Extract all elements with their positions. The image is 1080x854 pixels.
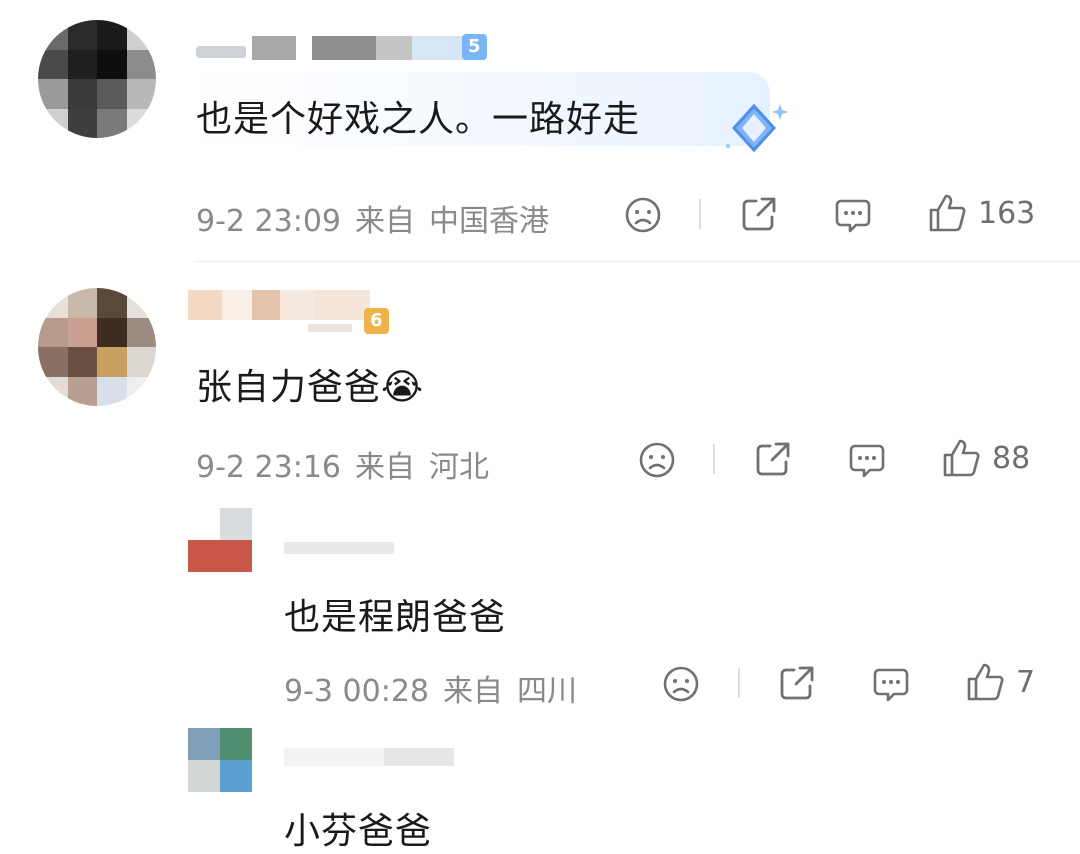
comment-text: 也是程朗爸爸 — [284, 597, 507, 638]
username-blurred[interactable]: 5 — [196, 32, 506, 66]
avatar[interactable] — [38, 288, 156, 406]
comment-icon — [849, 444, 885, 478]
like-button[interactable]: 7 — [966, 662, 1035, 702]
comment-icon — [873, 668, 909, 702]
share-icon — [742, 197, 776, 231]
comment-meta: 9-3 00:28 来自 四川 — [284, 666, 591, 710]
comment-text: 也是个好戏之人。一路好走 — [196, 99, 641, 140]
avatar[interactable] — [38, 20, 156, 138]
avatar[interactable] — [188, 508, 252, 572]
sad-face-icon — [639, 442, 675, 478]
timestamp: 9-2 23:09 — [196, 204, 341, 239]
like-count: 7 — [1016, 664, 1036, 700]
timestamp: 9-3 00:28 — [284, 674, 429, 709]
location: 河北 — [429, 450, 489, 485]
like-button[interactable]: 88 — [942, 438, 1030, 478]
username-blurred[interactable] — [284, 538, 404, 558]
comment-2: 6 张自力爸爸😭 9-2 23:16 来自 河北 88 — [0, 262, 1080, 502]
share-button[interactable] — [754, 440, 792, 478]
diamond-sticker-icon — [726, 103, 788, 153]
dislike-button[interactable] — [624, 196, 662, 234]
thumbs-up-icon — [943, 439, 980, 477]
avatar[interactable] — [188, 728, 252, 792]
like-button[interactable]: 163 — [928, 193, 1035, 233]
reply-button[interactable] — [872, 666, 910, 704]
dislike-button[interactable] — [638, 441, 676, 479]
level-badge-text: 5 — [468, 36, 481, 57]
reply-button[interactable] — [848, 442, 886, 480]
action-divider — [699, 199, 701, 229]
reply-1: 也是程朗爸爸 9-3 00:28 来自 四川 7 — [0, 502, 1080, 722]
share-icon — [756, 442, 790, 476]
share-button[interactable] — [740, 195, 778, 233]
reply-button[interactable] — [834, 197, 872, 235]
username-blurred[interactable] — [284, 742, 474, 772]
like-count: 88 — [992, 440, 1031, 476]
comment-text: 小芬爸爸 — [284, 811, 433, 852]
comment-icon — [835, 199, 871, 233]
thumbs-up-icon — [929, 194, 966, 232]
from-label: 来自 — [355, 450, 415, 485]
action-divider — [713, 444, 715, 474]
from-label: 来自 — [443, 674, 503, 709]
comment-text: 张自力爸爸😭 — [196, 367, 425, 408]
reply-2: 小芬爸爸 — [0, 722, 1080, 852]
timestamp: 9-2 23:16 — [196, 450, 341, 485]
location: 四川 — [517, 674, 577, 709]
level-badge: 5 — [462, 34, 487, 60]
comment-meta: 9-2 23:09 来自 中国香港 — [196, 196, 563, 240]
from-label: 来自 — [355, 204, 415, 239]
sad-face-icon — [663, 666, 699, 702]
dislike-button[interactable] — [662, 665, 700, 703]
level-badge: 6 — [364, 308, 389, 334]
location: 中国香港 — [429, 204, 549, 239]
level-badge-text: 6 — [370, 310, 383, 331]
action-divider — [738, 668, 740, 698]
sad-face-icon — [625, 197, 661, 233]
like-count: 163 — [978, 195, 1036, 231]
username-blurred[interactable]: 6 — [188, 288, 398, 338]
comment-meta: 9-2 23:16 来自 河北 — [196, 442, 503, 486]
share-button[interactable] — [778, 664, 816, 702]
share-icon — [780, 666, 814, 700]
thumbs-up-icon — [967, 663, 1004, 701]
comment-1: 5 也是个好戏之人。一路好走 9-2 23:09 来自 中国香港 163 — [0, 0, 1080, 262]
